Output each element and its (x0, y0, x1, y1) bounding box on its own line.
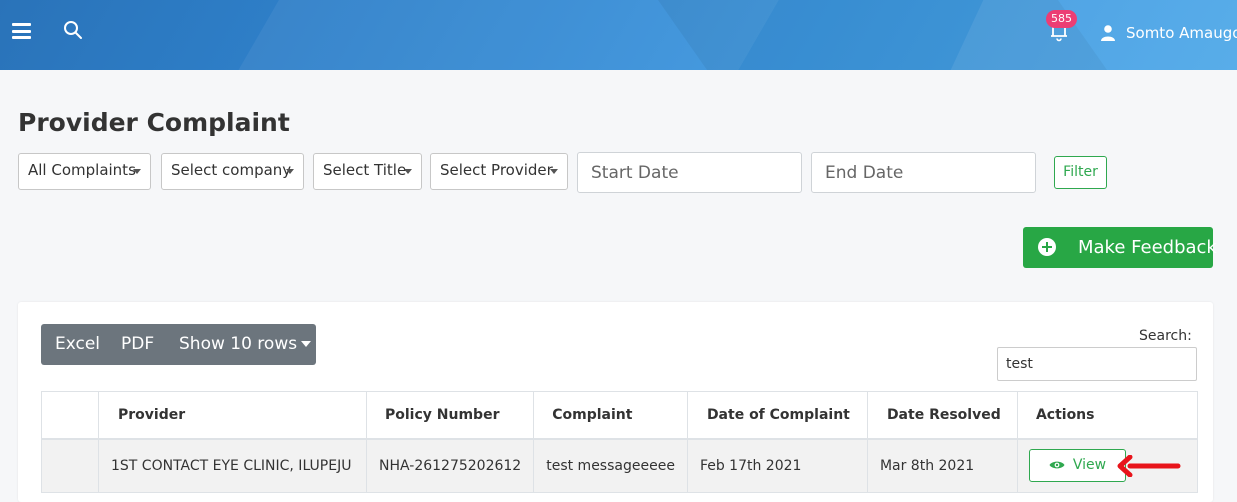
title-select[interactable]: Select Title (313, 153, 422, 190)
hamburger-menu-icon[interactable] (12, 23, 31, 39)
make-feedback-button[interactable]: Make Feedback (1023, 227, 1217, 268)
complaint-type-select-value: All Complaints (28, 161, 136, 179)
column-header-actions: Actions (1016, 391, 1198, 440)
column-header-provider[interactable]: Provider (98, 391, 367, 440)
search-label: Search: (1139, 328, 1192, 344)
search-icon[interactable] (63, 20, 83, 40)
provider-select[interactable]: Select Provider (430, 153, 568, 190)
complaint-cell: test messageeeee (533, 438, 688, 493)
excel-button[interactable]: Excel (55, 334, 100, 354)
end-date-input[interactable] (811, 152, 1036, 193)
complaint-type-select[interactable]: All Complaints (18, 153, 151, 190)
chevron-down-icon (404, 169, 412, 174)
notification-count-badge: 585 (1046, 10, 1077, 28)
pdf-button[interactable]: PDF (121, 334, 154, 354)
row-control-header (41, 391, 99, 440)
column-header-date-of-complaint[interactable]: Date of Complaint (686, 391, 868, 440)
date-resolved-cell: Mar 8th 2021 (866, 438, 1018, 493)
title-select-value: Select Title (323, 161, 407, 179)
eye-icon (1049, 461, 1065, 469)
provider-select-value: Select Provider (440, 161, 553, 179)
export-button-group: Excel PDF Show 10 rows (41, 324, 316, 365)
table-row: 1ST CONTACT EYE CLINIC, ILUPEJU NHA-2612… (41, 438, 1198, 493)
user-name[interactable]: Somto Amaugo (1126, 24, 1237, 42)
company-select[interactable]: Select company (161, 153, 304, 190)
column-header-complaint[interactable]: Complaint (533, 391, 688, 440)
chevron-down-icon (133, 169, 141, 174)
date-of-complaint-cell: Feb 17th 2021 (686, 438, 868, 493)
column-header-policy-number[interactable]: Policy Number (365, 391, 535, 440)
row-control-cell (41, 438, 99, 493)
show-rows-button[interactable]: Show 10 rows (179, 334, 312, 354)
table-search-input[interactable] (997, 347, 1197, 381)
make-feedback-label: Make Feedback (1078, 237, 1217, 258)
start-date-input[interactable] (577, 152, 802, 193)
plus-circle-icon (1038, 238, 1056, 256)
view-button-label: View (1072, 457, 1107, 474)
page-title: Provider Complaint (18, 108, 290, 137)
user-icon (1101, 25, 1115, 41)
table-header-row: Provider Policy Number Complaint Date of… (41, 391, 1198, 440)
view-button[interactable]: View (1028, 449, 1126, 483)
chevron-down-icon (286, 169, 294, 174)
provider-cell: 1ST CONTACT EYE CLINIC, ILUPEJU (98, 438, 367, 493)
annotation-arrow-icon (1117, 455, 1181, 477)
chevron-down-icon (550, 169, 558, 174)
column-header-date-resolved[interactable]: Date Resolved (866, 391, 1018, 440)
filter-button[interactable]: Filter (1054, 156, 1107, 189)
policy-number-cell: NHA-261275202612 (365, 438, 535, 493)
show-rows-label: Show 10 rows (179, 334, 298, 354)
company-select-value: Select company (171, 161, 292, 179)
complaints-table: Provider Policy Number Complaint Date of… (41, 391, 1198, 493)
caret-down-icon (301, 341, 312, 347)
